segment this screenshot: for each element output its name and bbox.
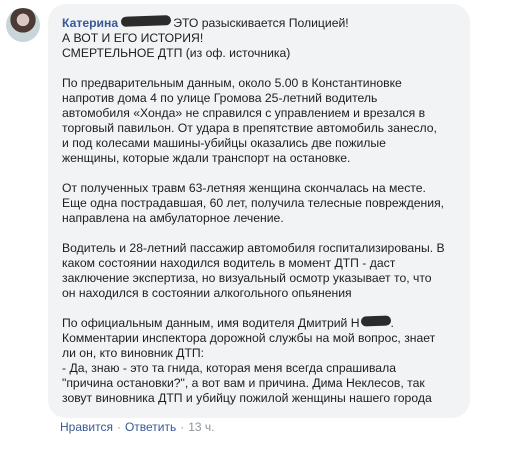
text-line: автомобиля «Хонда» не справился с управл… xyxy=(62,106,426,120)
reply-link[interactable]: Ответить xyxy=(125,420,176,434)
timestamp[interactable]: 13 ч. xyxy=(188,420,214,434)
text-line: он находился в состоянии алкогольного оп… xyxy=(62,286,352,300)
text-line: Еще одна пострадавшая, 60 лет, получила … xyxy=(62,196,445,210)
separator: · xyxy=(116,420,121,434)
text-line: Комментарии инспектора дорожной службы н… xyxy=(62,331,436,345)
like-link[interactable]: Нравится xyxy=(60,420,113,434)
text-line: По предварительным данным, около 5.00 в … xyxy=(62,76,402,90)
comment-bubble: Катерина ЭТО разыскивается Полицией! А ВО… xyxy=(48,4,470,418)
author-avatar[interactable] xyxy=(6,8,40,42)
header-line-3: СМЕРТЕЛЬНОЕ ДТП (из оф. источника) xyxy=(62,46,291,60)
header-line-1: ЭТО разыскивается Полицией! xyxy=(173,16,349,30)
text-line: заключение экспертиза, но визуальный осм… xyxy=(62,271,432,285)
comment-header: Катерина ЭТО разыскивается Полицией! xyxy=(62,15,456,31)
text-line: торговый павильон. От удара в препятстви… xyxy=(62,121,437,135)
paragraph-4: По официальным данным, имя водителя Дмит… xyxy=(62,315,456,406)
text-line: женщины, которые ждали транспорт на оста… xyxy=(62,151,351,165)
author-name[interactable]: Катерина xyxy=(62,16,118,30)
text-line: направлена на амбулаторное лечение. xyxy=(62,211,284,225)
text-line: зовут виновника ДТП и убийцу пожилой жен… xyxy=(62,391,432,405)
comment-actions: Нравится · Ответить · 13 ч. xyxy=(60,420,215,434)
separator: · xyxy=(180,420,185,434)
header-line-2: А ВОТ И ЕГО ИСТОРИЯ! xyxy=(62,31,204,45)
text-line: Водитель и 28-летний пассажир автомобиля… xyxy=(62,241,445,255)
text-line: и под колесами машины-убийцы оказались д… xyxy=(62,136,386,150)
driver-name-suffix: . xyxy=(390,316,394,330)
text-line: - Да, знаю - это та гнида, которая меня … xyxy=(62,361,396,375)
text-line: каком состоянии находился водитель в мом… xyxy=(62,256,396,270)
driver-name-prefix: По официальным данным, имя водителя Дмит… xyxy=(62,316,360,330)
text-line: ли он, кто виновник ДТП: xyxy=(62,346,205,360)
paragraph-1: По предварительным данным, около 5.00 в … xyxy=(62,76,456,166)
text-line: От полученных травм 63-летняя женщина ск… xyxy=(62,181,426,195)
paragraph-2: От полученных травм 63-летняя женщина ск… xyxy=(62,181,456,226)
redacted-driver-surname xyxy=(360,315,391,327)
text-line: "причина остановки?", а вот вам и причин… xyxy=(62,376,425,390)
text-line: По официальным данным, имя водителя Дмит… xyxy=(62,315,456,331)
redacted-surname xyxy=(121,15,172,27)
paragraph-3: Водитель и 28-летний пассажир автомобиля… xyxy=(62,241,456,301)
text-line: напротив дома 4 по улице Громова 25-летн… xyxy=(62,91,378,105)
